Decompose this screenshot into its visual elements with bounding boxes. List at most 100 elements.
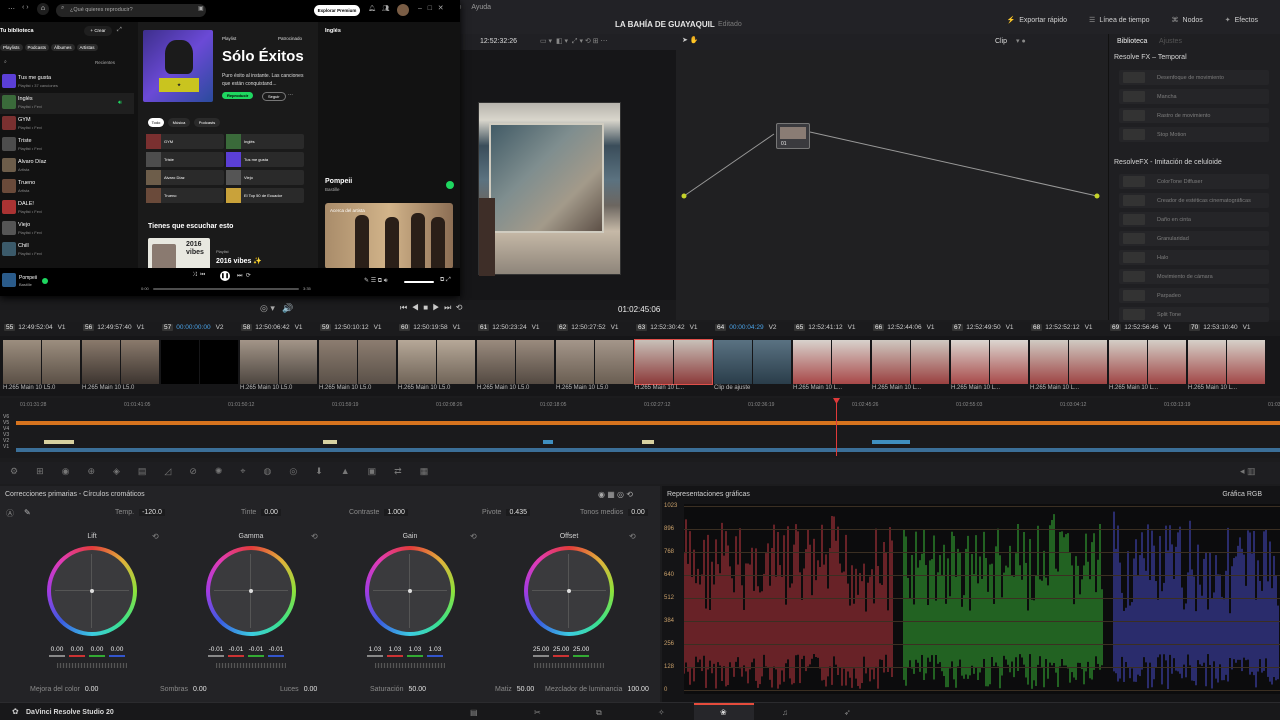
timeline-clip[interactable] — [872, 340, 949, 384]
wheel-value[interactable]: 1.03 — [387, 646, 403, 657]
panel-mode-icons[interactable]: ◉ ▦ ◎ ⟲ — [598, 490, 633, 499]
wheel-value[interactable]: 25.00 — [533, 646, 549, 657]
param-value[interactable]: 0.435 — [506, 509, 530, 516]
library-list-item[interactable]: Trueno Artista — [0, 177, 134, 198]
saved-check-icon[interactable] — [42, 278, 48, 284]
timeline-clip[interactable] — [714, 340, 791, 384]
clip-header[interactable]: 66 12:52:44:06 V1 — [873, 324, 935, 331]
wheel-value[interactable]: 0.00 — [49, 646, 65, 657]
wheel-value[interactable]: -0.01 — [248, 646, 264, 657]
wheel-value[interactable]: -0.01 — [268, 646, 284, 657]
filter-playlists[interactable]: Playlists — [0, 44, 23, 51]
wheel-handle[interactable] — [249, 589, 253, 593]
wheel-value[interactable]: 1.03 — [427, 646, 443, 657]
expand-icon[interactable]: ⤢ — [117, 27, 122, 34]
timeline-clip[interactable] — [3, 340, 80, 384]
quick-grid-card[interactable]: Viejo — [226, 170, 304, 185]
quick-export-button[interactable]: ⚡ Exportar rápido — [1006, 16, 1067, 24]
wheel-master-slider[interactable] — [216, 663, 286, 668]
clip-header[interactable]: 62 12:50:27:52 V1 — [557, 324, 619, 331]
browse-icon[interactable]: ▣ — [198, 5, 204, 12]
chip-podcasts[interactable]: Podcasts — [194, 118, 220, 127]
clip-dropdown[interactable]: Clip — [995, 38, 1007, 45]
param-value[interactable]: 100.00 — [627, 686, 648, 693]
wheel-value[interactable]: 25.00 — [553, 646, 569, 657]
effects-button[interactable]: ✦ Efectos — [1225, 16, 1258, 24]
color-wheel[interactable] — [365, 546, 455, 636]
param-value[interactable]: 1.000 — [384, 509, 408, 516]
section-title[interactable]: Tienes que escuchar esto — [148, 223, 233, 230]
player-artist[interactable]: Bastille — [19, 282, 32, 287]
auto-balance-icon[interactable]: Ⓐ — [6, 508, 14, 519]
viewer-tools-icons[interactable]: ▭ ▾ ◧ ▾ ⤢ ▾ ⟲ ⊞ ⋯ — [540, 37, 608, 46]
follow-button[interactable]: Seguir — [262, 92, 286, 101]
library-item[interactable]: Granularidad — [1119, 231, 1269, 246]
clip-header[interactable]: 60 12:50:19:58 V1 — [399, 324, 461, 331]
color-node[interactable]: 01 — [776, 123, 810, 149]
timeline-clip[interactable] — [1030, 340, 1107, 384]
primary-param[interactable]: Tonos medios 0.00 — [580, 509, 648, 516]
bottom-param[interactable]: Mejora del color 0.00 — [30, 686, 98, 693]
deliver-page-icon[interactable]: ➶ — [844, 708, 851, 717]
library-item[interactable]: Halo — [1119, 250, 1269, 265]
filter-podcasts[interactable]: Podcasts — [24, 44, 50, 51]
now-playing-title[interactable]: Pompeii — [325, 178, 352, 185]
wheel-value[interactable]: -0.01 — [228, 646, 244, 657]
color-page-icon[interactable]: ❀ — [720, 708, 727, 717]
play-button[interactable]: Reproducir — [222, 92, 254, 99]
wheel-handle[interactable] — [90, 589, 94, 593]
primary-param[interactable]: Temp. -120.0 — [115, 509, 165, 516]
back-forward-icons[interactable]: ‹ › — [22, 4, 29, 11]
chip-all[interactable]: Todo — [148, 118, 164, 127]
param-value[interactable]: 50.00 — [408, 686, 426, 693]
clip-header[interactable]: 58 12:50:06:42 V1 — [241, 324, 303, 331]
now-playing-artist[interactable]: Bastille — [325, 187, 340, 192]
timeline-clip[interactable] — [398, 340, 475, 384]
quick-grid-card[interactable]: Inglés — [226, 134, 304, 149]
playback-buttons[interactable]: ⏮ ◀ ■ ▶ ⏭ ⟲ — [400, 303, 462, 313]
create-button[interactable]: + Crear — [84, 26, 112, 36]
scope-toggle-icon[interactable]: ◂ ▥ — [1240, 466, 1256, 477]
clip-header[interactable]: 65 12:52:41:12 V1 — [794, 324, 856, 331]
edit-page-icon[interactable]: ⧉ — [596, 708, 602, 718]
friends-icon[interactable]: 👥︎ — [382, 5, 390, 12]
timeline-clip[interactable] — [634, 339, 713, 385]
wheel-handle[interactable] — [567, 589, 571, 593]
tab-library[interactable]: Biblioteca — [1117, 38, 1147, 45]
library-section-film[interactable]: ResolveFX - Imitación de celuloide — [1114, 159, 1222, 166]
mini-timeline[interactable]: 01:01:31:28 01:01:41:05 01:01:50:12 01:01:5… — [0, 398, 1280, 458]
timeline-clip[interactable] — [477, 340, 554, 384]
wheel-value[interactable]: 1.03 — [367, 646, 383, 657]
library-list-item[interactable]: Alvaro Díaz Artista — [0, 156, 134, 177]
primary-param[interactable]: Pivote 0.435 — [482, 509, 530, 516]
bottom-param[interactable]: Mezclador de luminancia 100.00 — [545, 686, 649, 693]
clip-header[interactable]: 64 00:00:04:29 V2 — [715, 324, 777, 331]
cut-page-icon[interactable]: ✂ — [534, 708, 541, 717]
library-list-item[interactable]: DALE! Playlist • Fevi — [0, 198, 134, 219]
param-value[interactable]: 0.00 — [193, 686, 207, 693]
filter-albums[interactable]: Álbumes — [51, 44, 75, 51]
window-controls[interactable]: – □ ✕ — [418, 4, 444, 12]
volume-slider[interactable] — [404, 281, 434, 283]
timeline-clip[interactable] — [82, 340, 159, 384]
picker-icon[interactable]: ✎ — [24, 508, 31, 517]
timeline-clip[interactable] — [793, 340, 870, 384]
wheel-master-slider[interactable] — [534, 663, 604, 668]
library-list-item[interactable]: Inglés Playlist • Fevi 🔊︎ — [0, 93, 134, 114]
mini-player-icons[interactable]: ⧉ ⤢ — [440, 277, 451, 284]
primary-param[interactable]: Contraste 1.000 — [349, 509, 408, 516]
clip-header[interactable]: 67 12:52:49:50 V1 — [952, 324, 1014, 331]
wheel-master-slider[interactable] — [57, 663, 127, 668]
library-item[interactable]: Parpadeo — [1119, 288, 1269, 303]
player-controls[interactable]: ⤨ ⏮ — [192, 272, 207, 279]
param-value[interactable]: 0.00 — [85, 686, 99, 693]
playhead[interactable] — [836, 398, 837, 456]
fairlight-page-icon[interactable]: ♫ — [782, 708, 788, 717]
wheel-value[interactable]: 0.00 — [109, 646, 125, 657]
artist-card[interactable]: Acerca del artista — [325, 203, 453, 269]
avatar[interactable] — [397, 4, 409, 16]
library-list-item[interactable]: Chill Playlist • Fevi — [0, 240, 134, 261]
library-list-item[interactable]: Triste Playlist • Fevi — [0, 135, 134, 156]
media-page-icon[interactable]: ▤ — [470, 708, 478, 717]
progress-bar[interactable] — [153, 288, 299, 290]
